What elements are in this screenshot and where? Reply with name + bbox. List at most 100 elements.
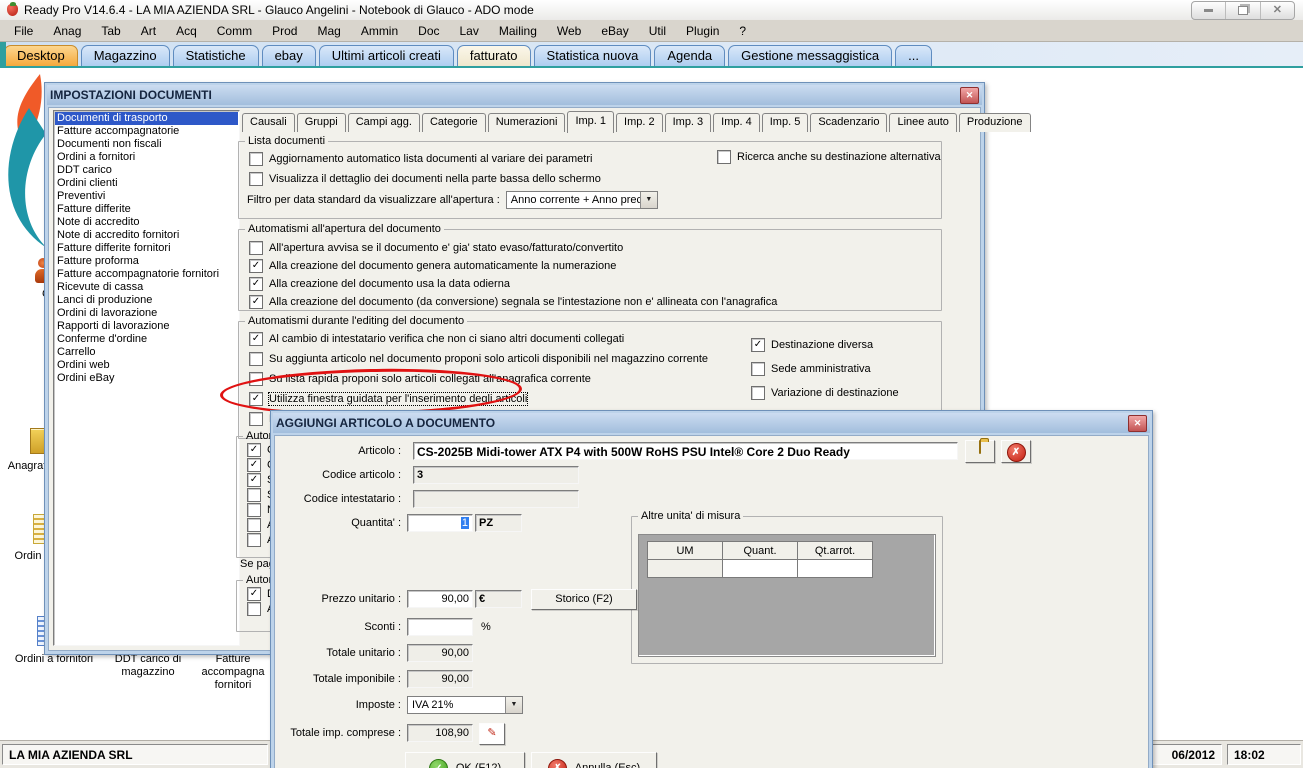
doc-type-preventivi[interactable]: Preventivi: [55, 190, 238, 203]
settings-tab-produzione[interactable]: Produzione: [958, 113, 1031, 132]
doc-type-ddt-carico[interactable]: DDT carico: [55, 164, 238, 177]
doc-type-note-di-accredito-fornitori[interactable]: Note di accredito fornitori: [55, 229, 238, 242]
restore-button[interactable]: [1226, 2, 1261, 19]
tab-statistiche[interactable]: Statistiche: [172, 45, 259, 66]
doc-type-ordini-web[interactable]: Ordini web: [55, 359, 238, 372]
sconti-field[interactable]: [407, 618, 473, 636]
checkbox-sede-amministrativa[interactable]: Sede amministrativa: [751, 357, 899, 381]
menu-item-plugin[interactable]: Plugin: [676, 21, 729, 41]
checkbox-variazione-di-destinazione[interactable]: Variazione di destinazione: [751, 381, 899, 405]
chevron-down-icon[interactable]: ▼: [639, 192, 657, 208]
doc-type-documenti-di-trasporto[interactable]: Documenti di trasporto: [55, 112, 238, 125]
menu-item-mailing[interactable]: Mailing: [489, 21, 547, 41]
menu-item-file[interactable]: File: [4, 21, 43, 41]
settings-tab-imp-4[interactable]: Imp. 4: [713, 113, 760, 132]
aggiungi-titlebar[interactable]: AGGIUNGI ARTICOLO A DOCUMENTO ✕: [273, 413, 1150, 433]
edit-totale-button[interactable]: ✎: [479, 723, 505, 745]
checkbox-al-cambio-di-intestatario-verifica-che-non[interactable]: ✓ Al cambio di intestatario verifica che …: [249, 329, 730, 349]
tab-agenda[interactable]: Agenda: [654, 45, 726, 66]
doc-type-fatture-proforma[interactable]: Fatture proforma: [55, 255, 238, 268]
checkbox-all-apertura-avvisa-se-il-documento-e-gia-[interactable]: All'apertura avvisa se il documento e' g…: [249, 239, 777, 257]
ddt-carico-label[interactable]: DDT carico di magazzino: [106, 653, 190, 679]
menu-item-tab[interactable]: Tab: [91, 21, 130, 41]
annulla-button[interactable]: ✗ Annulla (Esc): [531, 752, 657, 768]
ok-button[interactable]: ✓ OK (F12): [405, 752, 525, 768]
menu-item-web[interactable]: Web: [547, 21, 591, 41]
tab-item[interactable]: ...: [895, 45, 933, 66]
tab-magazzino[interactable]: Magazzino: [80, 45, 170, 66]
tab-fatturato[interactable]: fatturato: [456, 45, 531, 66]
doc-type-rapporti-di-lavorazione[interactable]: Rapporti di lavorazione: [55, 320, 238, 333]
settings-tab-imp-3[interactable]: Imp. 3: [664, 113, 712, 132]
settings-tab-imp-1[interactable]: Imp. 1: [567, 111, 615, 133]
menu-item-comm[interactable]: Comm: [207, 21, 262, 41]
menu-item-prod[interactable]: Prod: [262, 21, 307, 41]
articolo-field[interactable]: CS-2025B Midi-tower ATX P4 with 500W RoH…: [413, 442, 958, 460]
checkbox-alla-creazione-del-documento-usa-la-data-o[interactable]: ✓ Alla creazione del documento usa la dat…: [249, 275, 777, 293]
menu-item-anag[interactable]: Anag: [43, 21, 91, 41]
menu-item-ammin[interactable]: Ammin: [351, 21, 408, 41]
altre-um-table[interactable]: UM Quant. Qt.arrot.: [647, 541, 873, 578]
imposte-combobox[interactable]: IVA 21% ▼: [407, 696, 523, 714]
tab-gestione-messaggistica[interactable]: Gestione messaggistica: [728, 45, 893, 66]
checkbox-ricerca-destinazione-alternativa[interactable]: Ricerca anche su destinazione alternativ…: [717, 147, 941, 167]
clear-articolo-button[interactable]: ✗: [1001, 440, 1031, 463]
tab-statistica-nuova[interactable]: Statistica nuova: [533, 45, 652, 66]
menu-item-art[interactable]: Art: [131, 21, 166, 41]
storico-button[interactable]: Storico (F2): [531, 589, 637, 610]
menu-item-acq[interactable]: Acq: [166, 21, 207, 41]
aggiungi-close-button[interactable]: ✕: [1128, 414, 1147, 432]
codice-intestatario-field[interactable]: [413, 490, 579, 508]
menu-item-ebay[interactable]: eBay: [591, 21, 638, 41]
doc-type-conferme-d-ordine[interactable]: Conferme d'ordine: [55, 333, 238, 346]
doc-type-ordini-di-lavorazione[interactable]: Ordini di lavorazione: [55, 307, 238, 320]
checkbox-alla-creazione-del-documento-da-conversion[interactable]: ✓ Alla creazione del documento (da conver…: [249, 293, 777, 311]
doc-type-ordini-ebay[interactable]: Ordini eBay: [55, 372, 238, 385]
settings-tab-numerazioni[interactable]: Numerazioni: [487, 113, 566, 132]
unita-misura-field[interactable]: PZ: [475, 514, 522, 532]
settings-tab-scadenzario[interactable]: Scadenzario: [810, 113, 888, 132]
impostazioni-titlebar[interactable]: IMPOSTAZIONI DOCUMENTI ✕: [47, 85, 982, 105]
tab-ultimi-articoli-creati[interactable]: Ultimi articoli creati: [318, 45, 454, 66]
settings-tab-imp-2[interactable]: Imp. 2: [616, 113, 663, 132]
menu-item-help[interactable]: ?: [729, 21, 756, 41]
doc-type-ricevute-di-cassa[interactable]: Ricevute di cassa: [55, 281, 238, 294]
minimize-button[interactable]: [1192, 2, 1227, 19]
settings-tab-campi-agg[interactable]: Campi agg.: [347, 113, 420, 132]
doc-type-fatture-differite-fornitori[interactable]: Fatture differite fornitori: [55, 242, 238, 255]
doc-type-documenti-non-fiscali[interactable]: Documenti non fiscali: [55, 138, 238, 151]
close-button[interactable]: ✕: [1261, 2, 1294, 19]
checkbox-su-lista-rapida-proponi-solo-articoli-coll[interactable]: Su lista rapida proponi solo articoli co…: [249, 369, 730, 389]
browse-articolo-button[interactable]: [965, 440, 995, 463]
doc-type-carrello[interactable]: Carrello: [55, 346, 238, 359]
doc-type-fatture-accompagnatorie-fornitori[interactable]: Fatture accompagnatorie fornitori: [55, 268, 238, 281]
doc-type-fatture-differite[interactable]: Fatture differite: [55, 203, 238, 216]
checkbox-visualizza-il-dettaglio-dei-documenti-nell[interactable]: Visualizza il dettaglio dei documenti ne…: [249, 169, 601, 189]
checkbox-su-aggiunta-articolo-nel-documento-proponi[interactable]: Su aggiunta articolo nel documento propo…: [249, 349, 730, 369]
checkbox-aggiornamento-automatico-lista-documenti-a[interactable]: Aggiornamento automatico lista documenti…: [249, 149, 601, 169]
quantita-field[interactable]: 1: [407, 514, 473, 532]
fatture-accompagnatorie-label[interactable]: Fatture accompagna fornitori: [196, 653, 270, 692]
altre-um-empty-row[interactable]: [647, 559, 873, 578]
doc-type-lanci-di-produzione[interactable]: Lanci di produzione: [55, 294, 238, 307]
checkbox-alla-creazione-del-documento-genera-automa[interactable]: ✓ Alla creazione del documento genera aut…: [249, 257, 777, 275]
menu-item-lav[interactable]: Lav: [450, 21, 489, 41]
settings-tab-imp-5[interactable]: Imp. 5: [761, 113, 809, 132]
chevron-down-icon[interactable]: ▼: [505, 697, 522, 713]
checkbox-destinazione-diversa[interactable]: ✓ Destinazione diversa: [751, 333, 899, 357]
settings-tab-linee-auto[interactable]: Linee auto: [889, 113, 957, 132]
settings-tab-causali[interactable]: Causali: [242, 113, 295, 132]
doc-type-fatture-accompagnatorie[interactable]: Fatture accompagnatorie: [55, 125, 238, 138]
impostazioni-close-button[interactable]: ✕: [960, 86, 979, 104]
menu-item-mag[interactable]: Mag: [307, 21, 350, 41]
document-type-list[interactable]: Documenti di trasporto Fatture accompagna…: [53, 110, 240, 646]
menu-item-doc[interactable]: Doc: [408, 21, 449, 41]
menu-item-util[interactable]: Util: [639, 21, 676, 41]
prezzo-unitario-field[interactable]: 90,00: [407, 590, 473, 608]
checkbox-utilizza-finestra-guidata-per-l-inseriment[interactable]: ✓ Utilizza finestra guidata per l'inserim…: [249, 389, 730, 409]
tab-ebay[interactable]: ebay: [261, 45, 316, 66]
doc-type-ordini-a-fornitori[interactable]: Ordini a fornitori: [55, 151, 238, 164]
settings-tab-categorie[interactable]: Categorie: [421, 113, 486, 132]
settings-tab-gruppi[interactable]: Gruppi: [296, 113, 346, 132]
codice-articolo-field[interactable]: 3: [413, 466, 579, 484]
